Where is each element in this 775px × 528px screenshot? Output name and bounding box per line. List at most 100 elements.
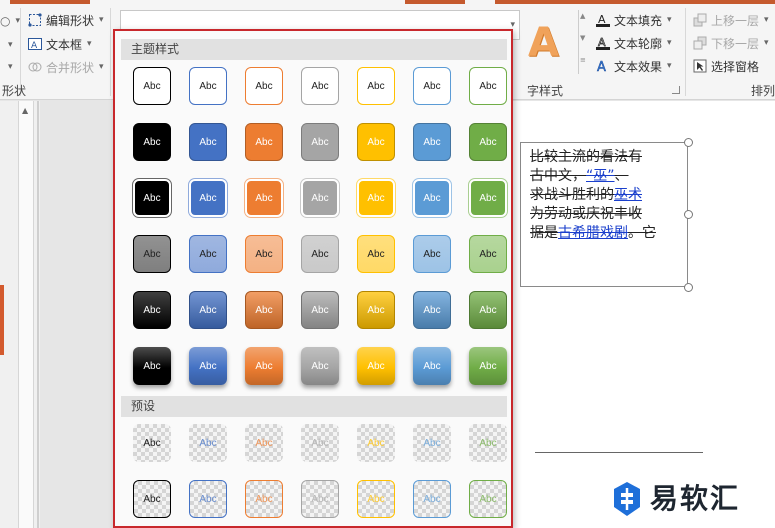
style-swatch[interactable]: Abc <box>245 347 283 385</box>
resize-handle[interactable] <box>684 138 693 147</box>
style-swatch[interactable]: Abc <box>413 179 451 217</box>
style-swatch[interactable]: Abc <box>133 424 171 462</box>
style-swatch-label: Abc <box>199 304 217 316</box>
dialog-launcher-icon[interactable] <box>672 86 680 94</box>
style-swatch[interactable]: Abc <box>413 235 451 273</box>
style-swatch[interactable]: Abc <box>189 67 227 105</box>
style-swatch[interactable]: Abc <box>469 480 507 518</box>
style-row: Abc Abc Abc Abc Abc Abc Abc <box>121 347 507 387</box>
site-logo: 易软汇 <box>612 478 740 520</box>
style-swatch-label: Abc <box>423 493 441 505</box>
style-swatch[interactable]: Abc <box>189 480 227 518</box>
style-swatch[interactable]: Abc <box>133 235 171 273</box>
style-swatch[interactable]: Abc <box>245 235 283 273</box>
style-swatch[interactable]: Abc <box>189 347 227 385</box>
text-fill-button[interactable]: A 文本填充 ▾ <box>596 11 672 29</box>
style-swatch[interactable]: Abc <box>301 424 339 462</box>
style-swatch-label: Abc <box>199 136 217 148</box>
style-swatch[interactable]: Abc <box>357 235 395 273</box>
style-swatch[interactable]: Abc <box>133 480 171 518</box>
style-swatch[interactable]: Abc <box>189 424 227 462</box>
style-swatch[interactable]: Abc <box>301 347 339 385</box>
style-swatch[interactable]: Abc <box>245 291 283 329</box>
style-swatch[interactable]: Abc <box>301 123 339 161</box>
selected-text-box[interactable] <box>520 142 688 287</box>
ribbon-accent <box>405 0 465 4</box>
style-swatch[interactable]: Abc <box>469 347 507 385</box>
style-swatch[interactable]: Abc <box>301 480 339 518</box>
style-swatch[interactable]: Abc <box>245 424 283 462</box>
style-swatch[interactable]: Abc <box>133 347 171 385</box>
style-swatch[interactable]: Abc <box>469 179 507 217</box>
style-swatch[interactable]: Abc <box>469 123 507 161</box>
style-swatch[interactable]: Abc <box>133 291 171 329</box>
thumbnail-scrollbar[interactable]: ▲ <box>18 101 34 528</box>
style-swatch-label: Abc <box>423 304 441 316</box>
style-swatch[interactable]: Abc <box>301 291 339 329</box>
style-swatch[interactable]: Abc <box>357 424 395 462</box>
style-swatch[interactable]: Abc <box>413 291 451 329</box>
wordart-sample[interactable]: A <box>528 20 568 66</box>
resize-handle[interactable] <box>684 210 693 219</box>
text-box-button[interactable]: A 文本框 ▾ <box>28 35 92 53</box>
shape-style-partial[interactable]: ○ ▾ <box>0 12 20 30</box>
selection-pane-button[interactable]: 选择窗格 <box>693 57 759 75</box>
style-swatch-label: Abc <box>311 248 329 260</box>
style-swatch[interactable]: Abc <box>133 179 171 217</box>
style-swatch-label: Abc <box>479 248 497 260</box>
style-swatch[interactable]: Abc <box>245 67 283 105</box>
style-swatch[interactable]: Abc <box>301 67 339 105</box>
selection-pane-label: 选择窗格 <box>711 59 760 74</box>
text-outline-button[interactable]: A 文本轮廓 ▾ <box>596 34 672 52</box>
style-swatch[interactable]: Abc <box>189 235 227 273</box>
svg-text:A: A <box>597 60 606 73</box>
style-swatch[interactable]: Abc <box>413 480 451 518</box>
style-swatch-label: Abc <box>423 248 441 260</box>
style-swatch[interactable]: Abc <box>189 123 227 161</box>
style-swatch[interactable]: Abc <box>413 123 451 161</box>
style-swatch[interactable]: Abc <box>245 123 283 161</box>
merge-shapes-button[interactable]: 合并形状 ▾ <box>28 58 104 76</box>
style-swatch-label: Abc <box>199 248 217 260</box>
style-swatch[interactable]: Abc <box>413 424 451 462</box>
wordart-gallery-scroll[interactable]: ▲ ▼ ≡ <box>578 10 588 74</box>
style-swatch[interactable]: Abc <box>189 291 227 329</box>
style-swatch[interactable]: Abc <box>189 179 227 217</box>
style-swatch-label: Abc <box>367 136 385 148</box>
style-swatch[interactable]: Abc <box>413 347 451 385</box>
style-swatch[interactable]: Abc <box>357 480 395 518</box>
style-swatch[interactable]: Abc <box>301 235 339 273</box>
style-swatch[interactable]: Abc <box>469 424 507 462</box>
scroll-up-icon[interactable]: ▲ <box>22 106 28 115</box>
style-swatch[interactable]: Abc <box>357 179 395 217</box>
style-swatch-label: Abc <box>199 192 217 204</box>
shape-style-partial[interactable]: ▾ <box>0 36 13 54</box>
bring-forward-button[interactable]: 上移一层 ▾ <box>693 11 769 29</box>
resize-handle[interactable] <box>684 283 693 292</box>
send-backward-button[interactable]: 下移一层 ▾ <box>693 34 769 52</box>
style-swatch[interactable]: Abc <box>413 67 451 105</box>
slide-thumbnail[interactable] <box>0 285 4 355</box>
selection-pane-icon <box>693 59 707 73</box>
style-swatch[interactable]: Abc <box>245 480 283 518</box>
style-swatch[interactable]: Abc <box>469 291 507 329</box>
shape-style-partial[interactable]: ▾ <box>0 58 13 76</box>
svg-text:A: A <box>31 41 38 51</box>
style-swatch[interactable]: Abc <box>301 179 339 217</box>
style-swatch[interactable]: Abc <box>357 291 395 329</box>
style-swatch-label: Abc <box>311 136 329 148</box>
style-swatch-label: Abc <box>255 493 273 505</box>
style-row: Abc Abc Abc Abc Abc Abc Abc <box>121 480 507 520</box>
style-swatch[interactable]: Abc <box>245 179 283 217</box>
style-swatch[interactable]: Abc <box>133 123 171 161</box>
presets-grid: Abc Abc Abc Abc Abc Abc Abc Abc Abc Abc Abc Abc Abc A… <box>121 417 507 528</box>
style-swatch[interactable]: Abc <box>357 67 395 105</box>
style-swatch[interactable]: Abc <box>357 123 395 161</box>
edit-shape-button[interactable]: 编辑形状 ▾ <box>28 11 104 29</box>
style-swatch[interactable]: Abc <box>469 235 507 273</box>
style-swatch[interactable]: Abc <box>357 347 395 385</box>
style-swatch[interactable]: Abc <box>133 67 171 105</box>
slide-divider-line <box>535 452 703 453</box>
text-effect-button[interactable]: A 文本效果 ▾ <box>596 57 672 76</box>
style-swatch[interactable]: Abc <box>469 67 507 105</box>
